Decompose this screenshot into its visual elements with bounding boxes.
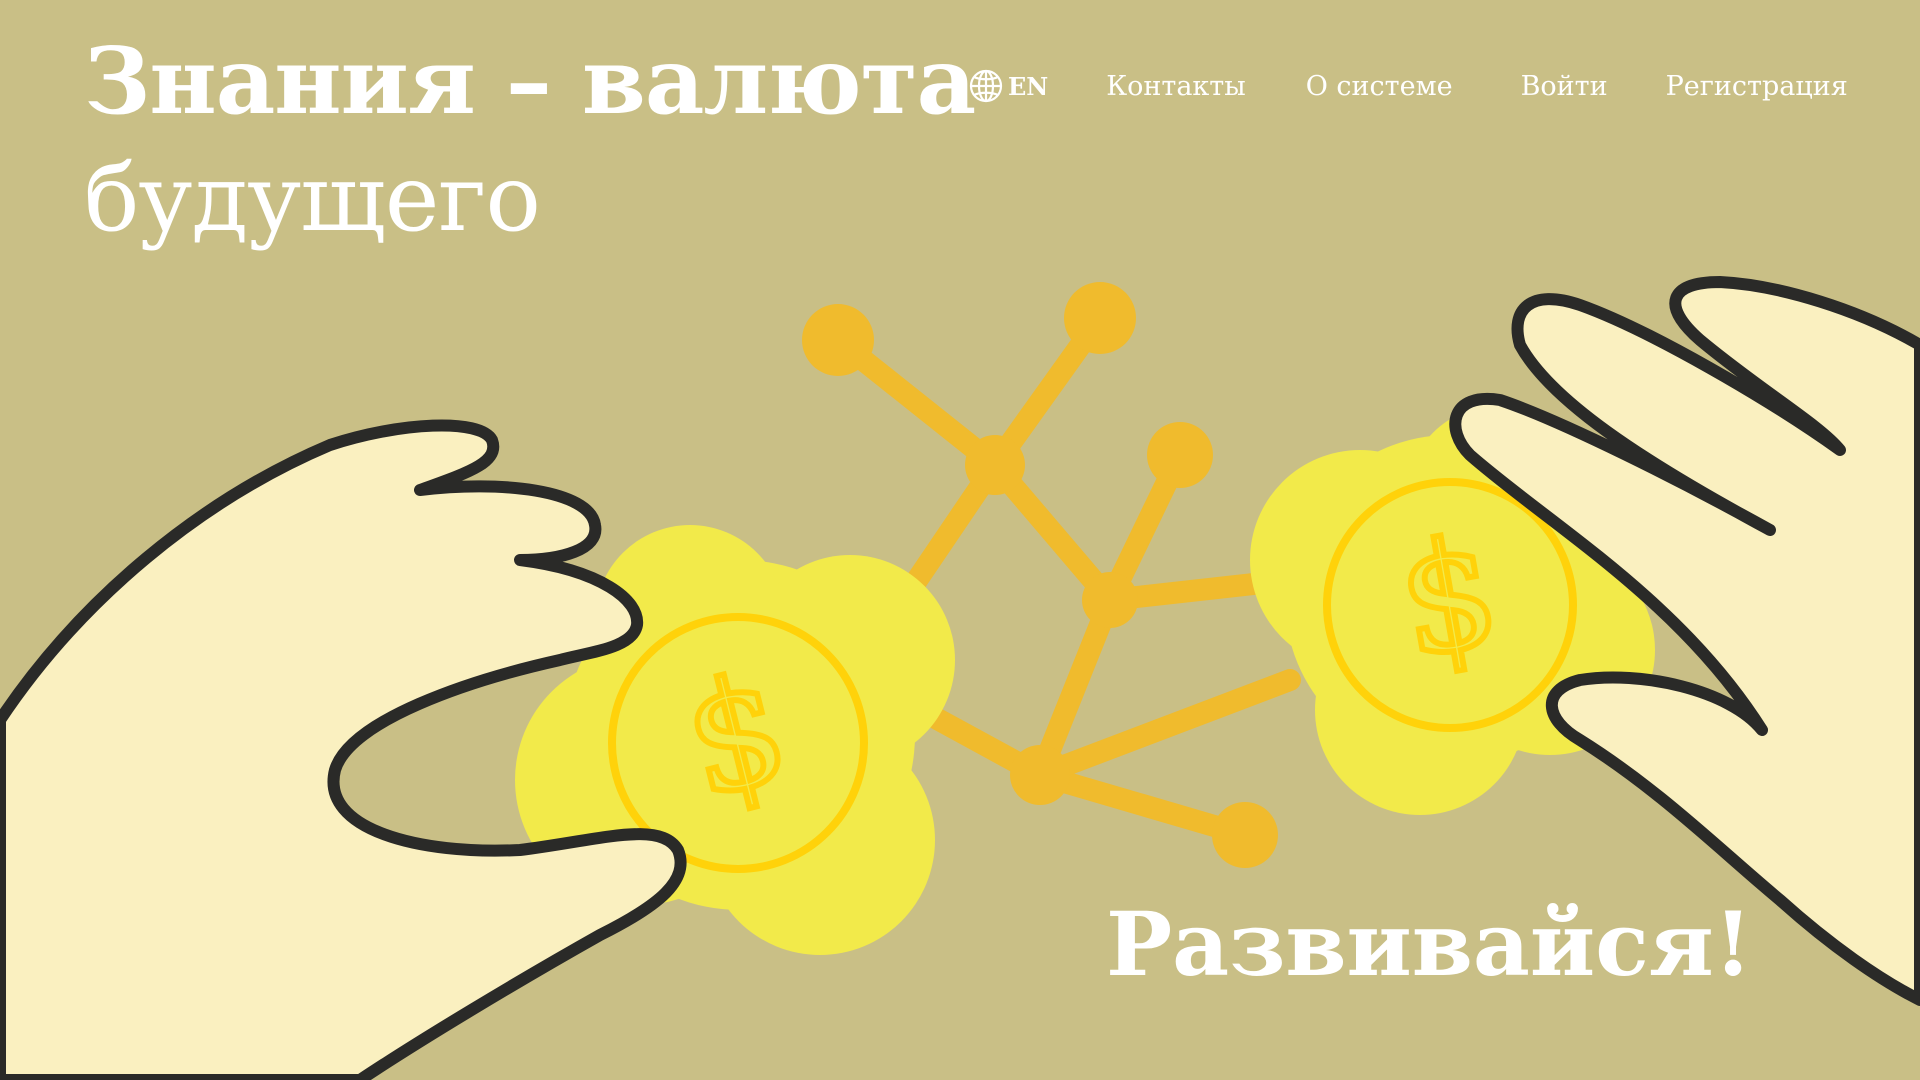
login-link[interactable]: Войти	[1521, 71, 1608, 102]
nav-contacts-link[interactable]: Контакты	[1106, 71, 1245, 102]
register-link[interactable]: Регистрация	[1666, 71, 1848, 102]
slogan: Развивайся!	[1106, 892, 1753, 996]
nav-about-link[interactable]: О системе	[1306, 71, 1453, 102]
top-navigation: EN Контакты О системе Войти Регистрация	[968, 62, 1868, 110]
language-switcher[interactable]: EN	[968, 68, 1048, 104]
hero-title-line-1: Знания – валюта	[84, 27, 976, 135]
language-label: EN	[1008, 71, 1049, 101]
hero-title-line-2: будущего	[84, 145, 541, 252]
landing-page: $ $ Знания – валюта будущего EN Контакты…	[0, 0, 1920, 1080]
right-dollar-coin-icon: $	[1323, 478, 1577, 732]
hero-title: Знания – валюта будущего	[84, 22, 976, 258]
globe-icon	[969, 69, 1003, 103]
